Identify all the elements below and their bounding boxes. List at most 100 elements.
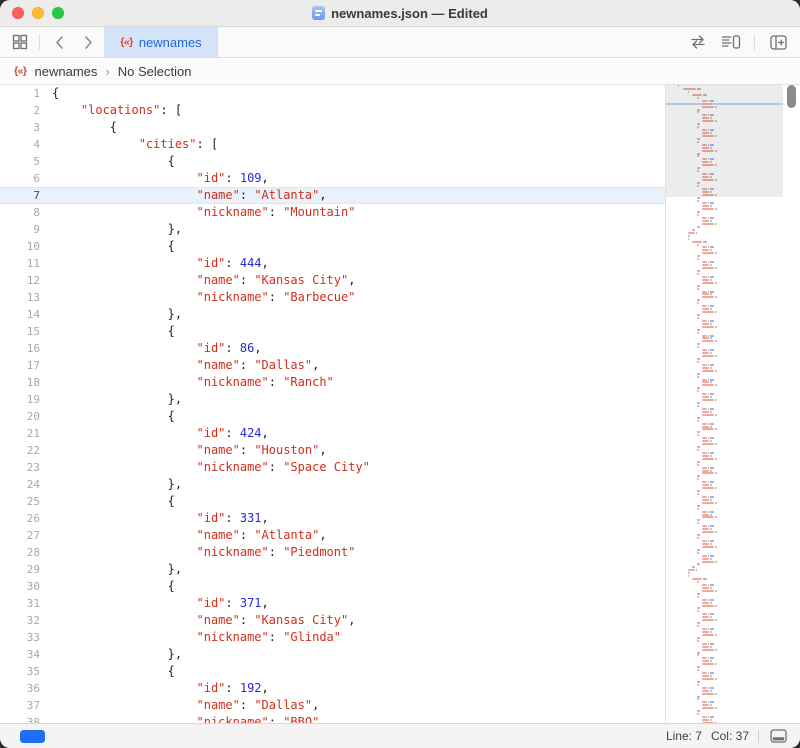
- bottom-panel-icon[interactable]: [768, 726, 788, 746]
- line-number[interactable]: 12: [0, 272, 40, 289]
- code-line[interactable]: 18 "nickname": "Ranch": [0, 374, 665, 391]
- code-line[interactable]: 6 "id": 109,: [0, 170, 665, 187]
- scrollbar-track[interactable]: [783, 85, 800, 723]
- minimap-bar: [702, 467, 707, 469]
- line-number[interactable]: 20: [0, 408, 40, 425]
- code-line[interactable]: 2 "locations": [: [0, 102, 665, 119]
- code-line[interactable]: 8 "nickname": "Mountain": [0, 204, 665, 221]
- line-number[interactable]: 26: [0, 510, 40, 527]
- line-number[interactable]: 3: [0, 119, 40, 136]
- line-number[interactable]: 6: [0, 170, 40, 187]
- minimap-bar: [697, 493, 698, 495]
- code-line[interactable]: 29 },: [0, 561, 665, 578]
- code-line[interactable]: 12 "name": "Kansas City",: [0, 272, 665, 289]
- code-line[interactable]: 5 {: [0, 153, 665, 170]
- line-number[interactable]: 11: [0, 255, 40, 272]
- minimap-bar: [702, 323, 709, 325]
- line-number[interactable]: 38: [0, 714, 40, 723]
- code-line[interactable]: 26 "id": 331,: [0, 510, 665, 527]
- line-number[interactable]: 1: [0, 85, 40, 102]
- code-line[interactable]: 3 {: [0, 119, 665, 136]
- line-number[interactable]: 17: [0, 357, 40, 374]
- minimap-bar: [697, 244, 698, 246]
- line-number[interactable]: 10: [0, 238, 40, 255]
- line-number[interactable]: 8: [0, 204, 40, 221]
- line-number[interactable]: 19: [0, 391, 40, 408]
- minimap-bar: [713, 161, 727, 163]
- breadcrumb-file[interactable]: newnames: [35, 64, 98, 79]
- minimap[interactable]: [665, 85, 783, 723]
- line-number[interactable]: 22: [0, 442, 40, 459]
- breadcrumb-selection[interactable]: No Selection: [118, 64, 192, 79]
- code-line[interactable]: 7 "name": "Atlanta",: [0, 187, 665, 204]
- line-number[interactable]: 16: [0, 340, 40, 357]
- code-line[interactable]: 36 "id": 192,: [0, 680, 665, 697]
- line-number[interactable]: 29: [0, 561, 40, 578]
- zoom-button[interactable]: [52, 7, 64, 19]
- code-line[interactable]: 38 "nickname": "BBQ": [0, 714, 665, 723]
- code-line[interactable]: 27 "name": "Atlanta",: [0, 527, 665, 544]
- code-line[interactable]: 24 },: [0, 476, 665, 493]
- related-items-icon[interactable]: [10, 32, 30, 52]
- code-line[interactable]: 19 },: [0, 391, 665, 408]
- source-code-view[interactable]: 1{2 "locations": [3 {4 "cities": [5 {6 "…: [0, 85, 665, 723]
- code-line[interactable]: 9 },: [0, 221, 665, 238]
- code-line[interactable]: 20 {: [0, 408, 665, 425]
- line-number[interactable]: 37: [0, 697, 40, 714]
- scrollbar-thumb[interactable]: [787, 85, 796, 108]
- back-icon[interactable]: [49, 32, 69, 52]
- code-line[interactable]: 31 "id": 371,: [0, 595, 665, 612]
- line-number[interactable]: 18: [0, 374, 40, 391]
- title-bar[interactable]: newnames.json — Edited: [0, 0, 800, 27]
- code-line[interactable]: 21 "id": 424,: [0, 425, 665, 442]
- line-number[interactable]: 21: [0, 425, 40, 442]
- code-line[interactable]: 11 "id": 444,: [0, 255, 665, 272]
- line-number[interactable]: 36: [0, 680, 40, 697]
- minimap-bar: [697, 141, 698, 143]
- code-line[interactable]: 1{: [0, 85, 665, 102]
- editor-options-icon[interactable]: [721, 32, 741, 52]
- minimize-button[interactable]: [32, 7, 44, 19]
- add-editor-icon[interactable]: [768, 32, 788, 52]
- code-line[interactable]: 17 "name": "Dallas",: [0, 357, 665, 374]
- line-number[interactable]: 30: [0, 578, 40, 595]
- line-number[interactable]: 32: [0, 612, 40, 629]
- forward-icon[interactable]: [78, 32, 98, 52]
- code-line[interactable]: 14 },: [0, 306, 665, 323]
- line-number[interactable]: 23: [0, 459, 40, 476]
- line-number[interactable]: 35: [0, 663, 40, 680]
- line-number[interactable]: 15: [0, 323, 40, 340]
- line-number[interactable]: 33: [0, 629, 40, 646]
- line-number[interactable]: 4: [0, 136, 40, 153]
- code-line[interactable]: 35 {: [0, 663, 665, 680]
- line-number[interactable]: 24: [0, 476, 40, 493]
- code-review-icon[interactable]: [688, 32, 708, 52]
- code-line[interactable]: 23 "nickname": "Space City": [0, 459, 665, 476]
- tab-newnames[interactable]: {«} newnames: [104, 27, 218, 57]
- code-line[interactable]: 33 "nickname": "Glinda": [0, 629, 665, 646]
- code-line[interactable]: 16 "id": 86,: [0, 340, 665, 357]
- code-line[interactable]: 32 "name": "Kansas City",: [0, 612, 665, 629]
- line-number[interactable]: 13: [0, 289, 40, 306]
- code-line[interactable]: 10 {: [0, 238, 665, 255]
- line-number[interactable]: 28: [0, 544, 40, 561]
- line-number[interactable]: 5: [0, 153, 40, 170]
- code-line[interactable]: 4 "cities": [: [0, 136, 665, 153]
- code-line[interactable]: 37 "name": "Dallas",: [0, 697, 665, 714]
- code-line[interactable]: 30 {: [0, 578, 665, 595]
- line-number[interactable]: 27: [0, 527, 40, 544]
- code-line[interactable]: 25 {: [0, 493, 665, 510]
- line-number[interactable]: 31: [0, 595, 40, 612]
- line-number[interactable]: 25: [0, 493, 40, 510]
- code-line[interactable]: 13 "nickname": "Barbecue": [0, 289, 665, 306]
- line-number[interactable]: 34: [0, 646, 40, 663]
- line-number[interactable]: 2: [0, 102, 40, 119]
- code-line[interactable]: 28 "nickname": "Piedmont": [0, 544, 665, 561]
- line-number[interactable]: 9: [0, 221, 40, 238]
- close-button[interactable]: [12, 7, 24, 19]
- code-line[interactable]: 15 {: [0, 323, 665, 340]
- line-number[interactable]: 7: [0, 187, 40, 204]
- line-number[interactable]: 14: [0, 306, 40, 323]
- code-line[interactable]: 34 },: [0, 646, 665, 663]
- code-line[interactable]: 22 "name": "Houston",: [0, 442, 665, 459]
